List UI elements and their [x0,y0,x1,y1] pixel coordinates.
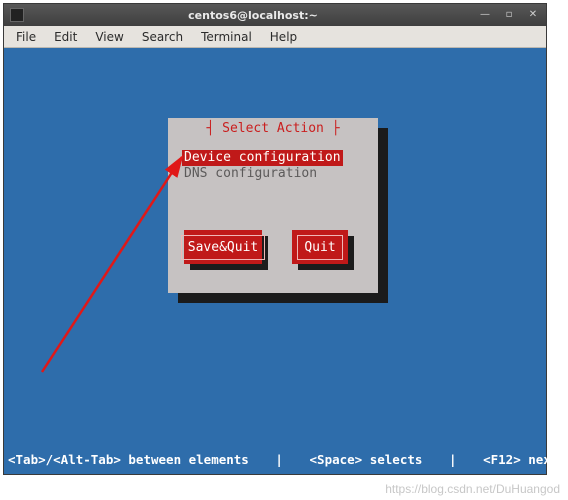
terminal-viewport[interactable]: ┤ Select Action ├ Device configuration D… [4,48,546,474]
status-mid: <Space> selects [306,452,427,467]
menu-item-device-configuration[interactable]: Device configuration [182,150,343,166]
menu-search[interactable]: Search [134,28,191,46]
window-controls: — ▫ ✕ [476,8,542,22]
menu-item-dns-configuration[interactable]: DNS configuration [182,166,319,182]
menu-help[interactable]: Help [262,28,305,46]
maximize-button[interactable]: ▫ [500,8,518,22]
select-action-dialog: ┤ Select Action ├ Device configuration D… [168,118,378,293]
menu-terminal[interactable]: Terminal [193,28,260,46]
quit-button[interactable]: Quit [292,230,348,264]
terminal-window: centos6@localhost:~ — ▫ ✕ File Edit View… [3,3,547,475]
status-right: <F12> next screen [479,452,568,467]
minimize-button[interactable]: — [476,8,494,22]
dialog-title: ┤ Select Action ├ [168,120,378,136]
menu-file[interactable]: File [8,28,44,46]
menu-edit[interactable]: Edit [46,28,85,46]
close-button[interactable]: ✕ [524,8,542,22]
window-titlebar[interactable]: centos6@localhost:~ — ▫ ✕ [4,4,546,26]
menu-view[interactable]: View [87,28,131,46]
watermark-text: https://blog.csdn.net/DuHuangod [385,482,560,496]
menubar: File Edit View Search Terminal Help [4,26,546,48]
status-left: <Tab>/<Alt-Tab> between elements [4,452,253,467]
save-quit-button[interactable]: Save&Quit [184,230,262,264]
window-title: centos6@localhost:~ [30,9,476,22]
window-app-icon [10,8,24,22]
status-bar: <Tab>/<Alt-Tab> between elements | <Spac… [4,450,546,468]
